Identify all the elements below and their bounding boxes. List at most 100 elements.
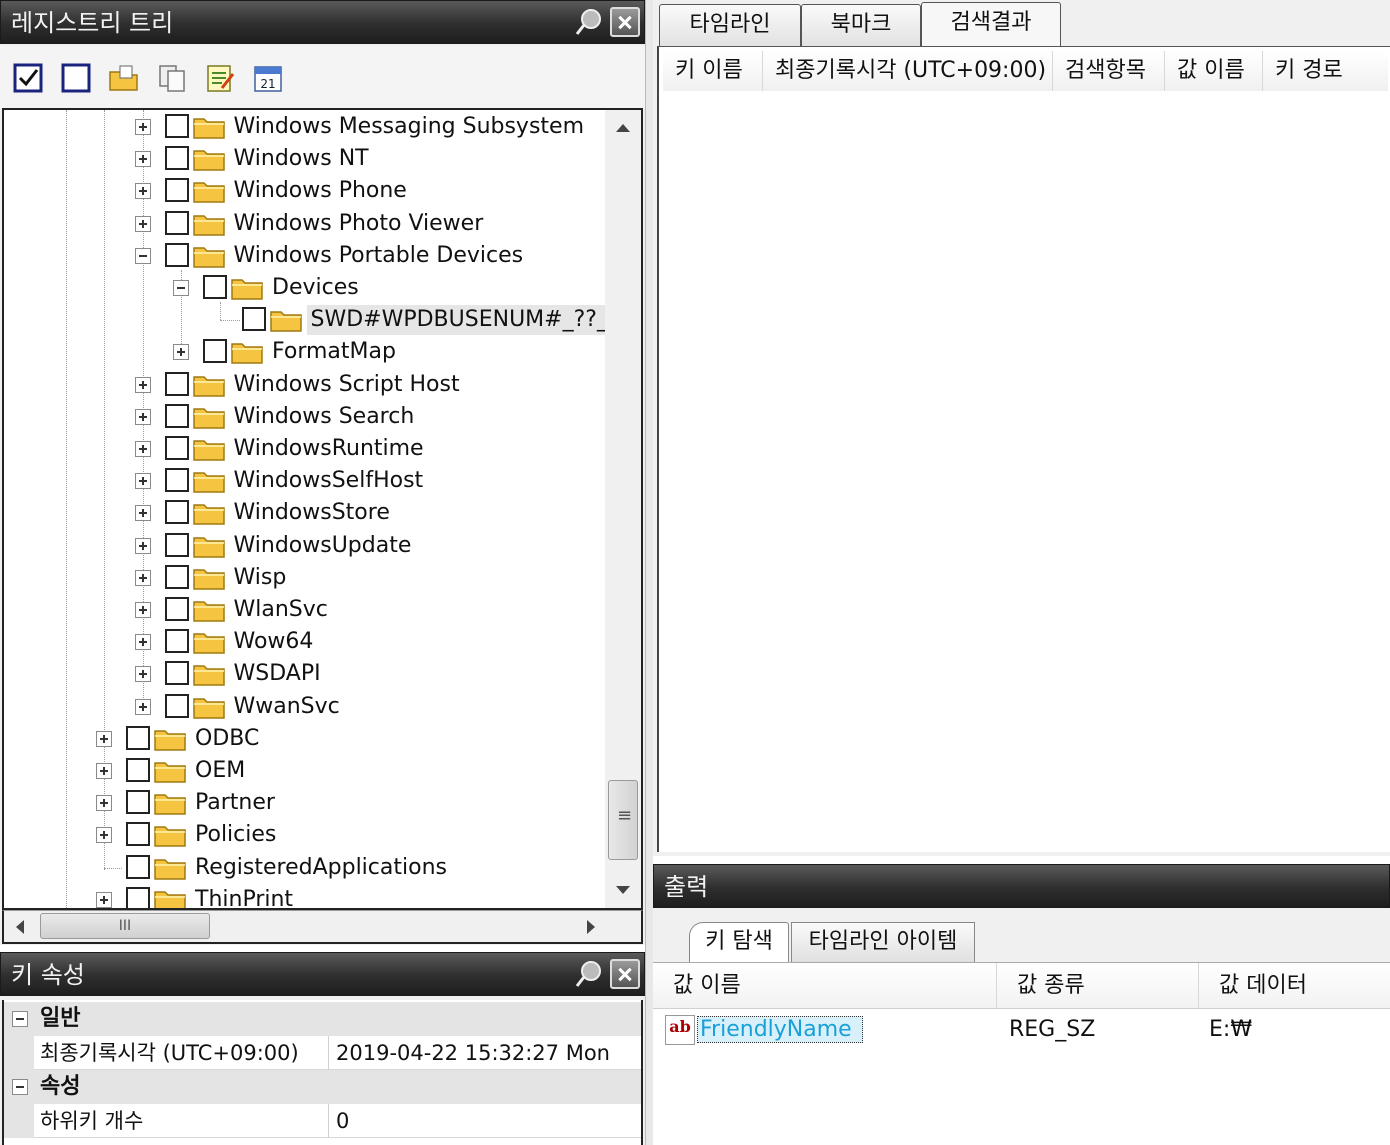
tree-item-checkbox[interactable] [164,146,189,171]
tree-item-checkbox[interactable] [164,114,189,138]
expand-icon[interactable] [134,569,151,586]
tree-item[interactable]: WindowsStore [4,497,601,529]
vertical-splitter[interactable] [645,0,653,1145]
tree-item-checkbox[interactable] [164,661,189,686]
expand-icon[interactable] [134,408,151,425]
tree-item-checkbox[interactable] [241,307,266,332]
tree-item-checkbox[interactable] [126,822,150,847]
tree-item-checkbox[interactable] [164,436,189,460]
tree-item[interactable]: Wow64 [4,626,601,658]
collapse-icon[interactable] [12,1011,28,1027]
tree-item[interactable]: Windows Phone [4,175,601,207]
tab-timeline-item[interactable]: 타임라인 아이템 [791,922,975,962]
tree-item[interactable]: FormatMap [4,336,601,368]
value-list[interactable]: 값 이름 값 종류 값 데이터 ab FriendlyName REG_SZ E… [653,962,1390,1145]
column-value-name[interactable]: 값 이름 [653,963,997,1009]
expand-icon[interactable] [134,473,151,490]
close-icon[interactable] [610,959,640,989]
expand-icon[interactable] [134,634,151,651]
expand-icon[interactable] [134,602,151,618]
tree-item-checkbox[interactable] [164,371,189,396]
tree-item-checkbox[interactable] [126,886,150,908]
property-subkey-count-row[interactable]: 하위키 개수 0 [4,1104,641,1138]
tab-key-browse[interactable]: 키 탐색 [689,922,789,962]
uncheck-all-icon[interactable] [60,62,92,94]
column-key-name[interactable]: 키 이름 [663,51,763,91]
expand-icon[interactable] [134,537,151,554]
registry-tree-view[interactable]: Windows Messaging Subsystem Windows NT Win… [2,108,643,910]
collapse-icon[interactable] [173,280,189,296]
tree-item[interactable]: Windows Messaging Subsystem [4,111,601,143]
scroll-down-arrow-icon[interactable] [616,886,630,894]
tree-item[interactable]: WwanSvc [4,691,601,723]
tree-item-checkbox[interactable] [164,597,189,621]
tree-vertical-scrollbar[interactable] [605,110,641,908]
tree-item[interactable]: ThinPrint [4,884,601,908]
pin-icon[interactable] [574,7,604,37]
tree-item-checkbox[interactable] [164,178,189,203]
property-last-write-row[interactable]: 최종기록시각 (UTC+09:00) 2019-04-22 15:32:27 M… [4,1036,641,1070]
tree-item-checkbox[interactable] [126,725,150,750]
column-key-path[interactable]: 키 경로 [1263,51,1388,91]
tree-item[interactable]: RegisteredApplications [4,852,601,884]
pin-icon[interactable] [574,959,604,989]
tree-item-checkbox[interactable] [164,403,189,428]
tree-item[interactable]: Wisp [4,562,601,594]
expand-icon[interactable] [96,763,112,779]
category-attributes[interactable]: 속성 [4,1070,641,1104]
tree-item[interactable]: ODBC [4,723,601,755]
tree-item-checkbox[interactable] [164,210,189,235]
expand-icon[interactable] [96,827,112,844]
tree-item-checkbox[interactable] [164,242,189,267]
expand-icon[interactable] [96,795,112,812]
tree-item[interactable]: Windows Search [4,401,601,433]
expand-icon[interactable] [134,666,151,683]
tree-item-checkbox[interactable] [203,339,227,364]
tree-item-checkbox[interactable] [164,500,189,525]
scroll-left-arrow-icon[interactable] [16,920,24,934]
tab-bookmark[interactable]: 북마크 [801,4,921,46]
tree-item-checkbox[interactable] [164,629,189,654]
copy-icon[interactable] [156,62,188,94]
tree-item[interactable]: SWD#WPDBUSENUM#_??_USB [4,304,641,336]
tree-item[interactable]: Windows NT [4,143,601,175]
tab-timeline[interactable]: 타임라인 [659,4,801,46]
tree-item[interactable]: OEM [4,755,601,787]
tree-item[interactable]: Windows Portable Devices [4,240,601,272]
tree-item[interactable]: WindowsRuntime [4,433,601,465]
column-search-item[interactable]: 검색항목 [1053,51,1165,91]
expand-icon[interactable] [96,730,112,747]
tree-item-checkbox[interactable] [126,758,150,782]
tab-search-results[interactable]: 검색결과 [921,2,1061,46]
tree-item[interactable]: Devices [4,272,601,304]
calendar-icon[interactable]: 21 [252,62,284,94]
folder-export-icon[interactable] [108,62,140,94]
tree-item-checkbox[interactable] [164,468,189,493]
search-results-list[interactable]: 키 이름 최종기록시각 (UTC+09:00) 검색항목 값 이름 키 경로 [657,46,1390,852]
tree-item[interactable]: WindowsUpdate [4,530,601,562]
value-name-selected[interactable]: FriendlyName [697,1016,863,1043]
column-value-type[interactable]: 값 종류 [997,963,1199,1009]
expand-icon[interactable] [134,698,151,715]
expand-icon[interactable] [134,151,151,168]
column-value-data[interactable]: 값 데이터 [1199,963,1390,1009]
expand-icon[interactable] [173,344,189,361]
expand-icon[interactable] [96,891,112,908]
category-general[interactable]: 일반 [4,1002,641,1036]
collapse-icon[interactable] [134,247,151,264]
tree-item-checkbox[interactable] [164,693,189,718]
expand-icon[interactable] [134,441,151,457]
expand-icon[interactable] [134,505,151,522]
column-last-write[interactable]: 최종기록시각 (UTC+09:00) [763,51,1053,91]
scroll-up-arrow-icon[interactable] [616,124,630,132]
check-all-icon[interactable] [12,62,44,94]
tree-horizontal-scrollbar[interactable]: III [2,910,643,944]
tree-item[interactable]: Partner [4,787,601,819]
tree-item-checkbox[interactable] [164,532,189,557]
column-value-name[interactable]: 값 이름 [1165,51,1263,91]
expand-icon[interactable] [134,183,151,200]
tree-item[interactable]: Policies [4,819,601,851]
horizontal-scroll-thumb[interactable]: III [40,913,210,939]
scroll-right-arrow-icon[interactable] [587,920,595,934]
edit-notes-icon[interactable] [204,62,236,94]
